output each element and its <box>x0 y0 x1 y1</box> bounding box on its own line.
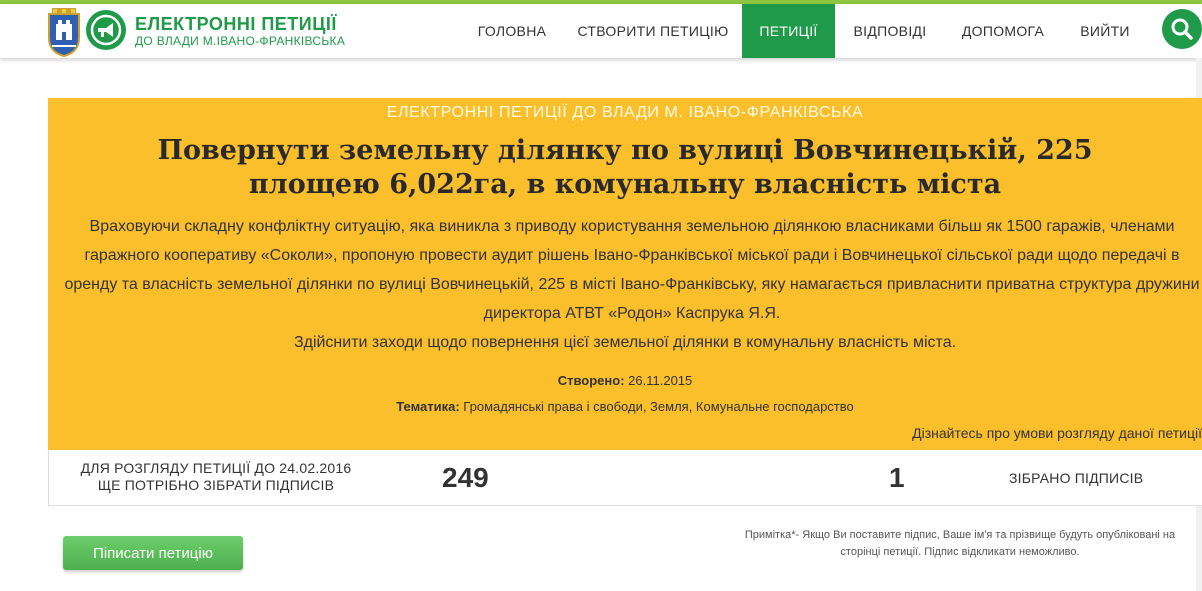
created-date: 26.11.2015 <box>628 373 693 388</box>
footnote-line2: сторінці петиції. Підпис відкликати немо… <box>840 546 1080 558</box>
megaphone-icon <box>90 14 122 46</box>
search-button[interactable] <box>1162 9 1202 49</box>
deadline-note-line1: ДЛЯ РОЗГЛЯДУ ПЕТИЦІЇ ДО 24.02.2016 <box>80 460 352 476</box>
conditions-link[interactable]: Дізнайтесь про умови розгляду даної пети… <box>912 425 1202 441</box>
coat-of-arms-icon[interactable] <box>46 6 82 58</box>
petition-created: Створено: 26.11.2015 <box>48 373 1202 388</box>
nav-create-petition[interactable]: СТВОРИТИ ПЕТИЦІЮ <box>572 4 734 58</box>
nav-home[interactable]: ГОЛОВНА <box>466 4 558 58</box>
created-label: Створено: <box>557 373 625 388</box>
nav-logout[interactable]: ВИЙТИ <box>1070 4 1140 58</box>
deadline-note: ДЛЯ РОЗГЛЯДУ ПЕТИЦІЇ ДО 24.02.2016 ЩЕ ПО… <box>71 460 361 494</box>
brand-subtitle: ДО ВЛАДИ М.ІВАНО-ФРАНКІВСЬКА <box>135 34 346 48</box>
signature-footnote: Примітка*- Якщо Ви поставите підпис, Ваш… <box>700 527 1202 561</box>
footnote-line1: Примітка*- Якщо Ви поставите підпис, Ваш… <box>744 529 1176 541</box>
deadline-note-line2: ЩЕ ПОТРІБНО ЗІБРАТИ ПІДПИСІВ <box>97 477 335 493</box>
site-brand[interactable]: ЕЛЕКТРОННІ ПЕТИЦІЇ ДО ВЛАДИ М.ІВАНО-ФРАН… <box>135 14 345 48</box>
topics-value: Громадянські права і свободи, Земля, Ком… <box>463 399 854 414</box>
nav-help[interactable]: ДОПОМОГА <box>952 4 1054 58</box>
search-icon <box>1171 18 1193 40</box>
petition-kicker: ЕЛЕКТРОННІ ПЕТИЦІЇ ДО ВЛАДИ М. ІВАНО-ФРА… <box>386 104 864 121</box>
petition-action: Здійснити заходи щодо повернення цієї зе… <box>293 334 957 351</box>
petition-description: Враховуючи складну конфліктну ситуацію, … <box>64 218 1200 322</box>
signature-stats: ДЛЯ РОЗГЛЯДУ ПЕТИЦІЇ ДО 24.02.2016 ЩЕ ПО… <box>48 450 1202 506</box>
nav-petitions[interactable]: ПЕТИЦІЇ <box>742 4 835 58</box>
brand-title: ЕЛЕКТРОННІ ПЕТИЦІЇ <box>135 14 337 34</box>
petition-card: ЕЛЕКТРОННІ ПЕТИЦІЇ ДО ВЛАДИ М. ІВАНО-ФРА… <box>48 98 1202 450</box>
petition-topics: Тематика: Громадянські права і свободи, … <box>48 399 1202 414</box>
topics-label: Тематика: <box>396 399 460 414</box>
nav-answers[interactable]: ВІДПОВІДІ <box>843 4 937 58</box>
signatures-collected-label: ЗІБРАНО ПІДПИСІВ <box>1009 470 1144 486</box>
sign-petition-button[interactable]: Пiписати петицію <box>63 536 243 570</box>
petition-title: Повернути земельну ділянку по вулиці Вов… <box>157 135 1093 200</box>
logo-megaphone-icon[interactable] <box>86 10 126 50</box>
signatures-remaining: 249 <box>442 462 489 493</box>
signatures-collected: 1 <box>889 462 905 493</box>
